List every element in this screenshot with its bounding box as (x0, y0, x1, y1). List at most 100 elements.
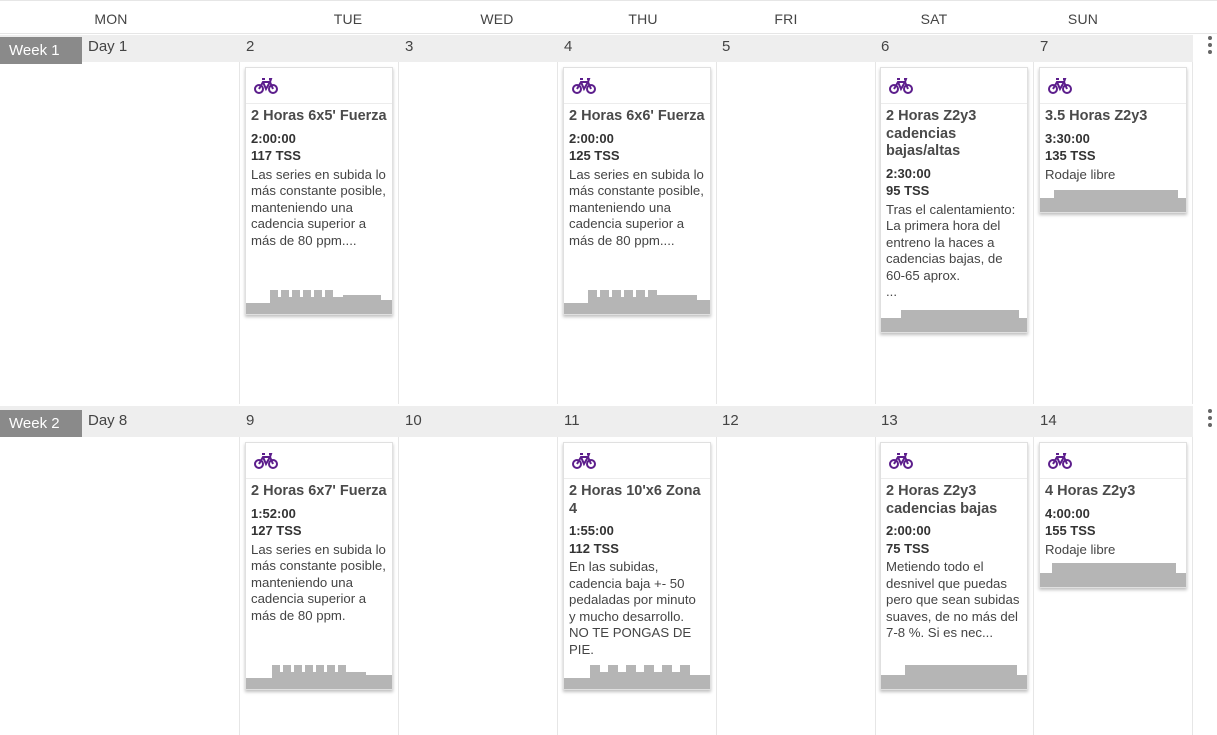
workout-card[interactable]: 2 Horas 10'x6 Zona 4 1:55:00 112 TSS En … (563, 442, 711, 690)
day-number: 10 (405, 412, 422, 429)
day-header-tue: TUE (333, 11, 363, 27)
workout-profile-chart (881, 306, 1027, 332)
workout-duration: 2:30:00 (886, 165, 931, 181)
workout-description: Rodaje libre (1045, 166, 1116, 182)
column-divider (398, 437, 399, 735)
card-header (246, 68, 392, 104)
day-header-sun: SUN (1067, 11, 1099, 27)
workout-tss: 127 TSS (251, 523, 302, 538)
column-divider (875, 62, 876, 404)
workout-duration: 1:55:00 (569, 523, 614, 538)
card-header (564, 68, 710, 104)
workout-card[interactable]: 2 Horas Z2y3 cadencias bajas/altas 2:30:… (880, 67, 1028, 333)
workout-title: 2 Horas Z2y3 cadencias bajas (886, 483, 998, 517)
workout-title: 2 Horas 6x5' Fuerza (251, 108, 387, 124)
workout-duration: 4:00:00 (1045, 505, 1090, 521)
day-number: 14 (1040, 412, 1057, 429)
bike-icon (254, 78, 278, 94)
bike-icon (889, 78, 913, 94)
workout-tss: 112 TSS (569, 540, 619, 556)
workout-title: 2 Horas 10'x6 Zona 4 (569, 483, 701, 517)
card-header (246, 443, 392, 479)
workout-description: Las series en subida lo más constante po… (569, 166, 704, 248)
workout-card[interactable]: 3.5 Horas Z2y3 3:30:00 135 TSS Rodaje li… (1039, 67, 1187, 213)
workout-tss: 125 TSS (569, 148, 620, 163)
workout-title: 2 Horas Z2y3 cadencias bajas/altas (886, 108, 977, 159)
day-header-sat: SAT (920, 11, 948, 27)
workout-profile-chart (1040, 186, 1186, 212)
week-options-icon[interactable] (1203, 35, 1217, 59)
workout-duration: 2:00:00 (251, 130, 296, 146)
week-options-icon[interactable] (1203, 408, 1217, 432)
workout-card[interactable]: 2 Horas 6x7' Fuerza 1:52:00 127 TSS Las … (245, 442, 393, 690)
column-divider (557, 437, 558, 735)
week-label: Week 2 (0, 410, 82, 437)
day-number: 3 (405, 38, 414, 55)
bike-icon (254, 453, 278, 469)
workout-tss: 135 TSS (1045, 148, 1096, 163)
column-divider (239, 437, 240, 735)
workout-duration: 3:30:00 (1045, 130, 1090, 146)
workout-profile-chart (246, 663, 392, 689)
day-header-fri: FRI (774, 11, 798, 27)
column-divider (1033, 62, 1034, 404)
day-number: 12 (722, 412, 739, 429)
day-number: 13 (881, 412, 898, 429)
workout-description: Tras el calentamiento: La primera hora d… (886, 201, 1016, 300)
day-number: 4 (564, 38, 573, 55)
workout-profile-chart (881, 663, 1027, 689)
day-number: 2 (246, 38, 255, 55)
workout-card[interactable]: 2 Horas 6x6' Fuerza 2:00:00 125 TSS Las … (563, 67, 711, 315)
workout-duration: 1:52:00 (251, 505, 296, 521)
workout-tss: 95 TSS (886, 183, 930, 198)
workout-description: Rodaje libre (1045, 541, 1116, 557)
workout-profile-chart (564, 288, 710, 314)
day-header-thu: THU (628, 11, 658, 27)
day-header-wed: WED (480, 11, 514, 27)
workout-profile-chart (564, 663, 710, 689)
workout-tss: 75 TSS (886, 540, 930, 556)
column-divider (875, 437, 876, 735)
day-number: 6 (881, 38, 890, 55)
bike-icon (1048, 78, 1072, 94)
bike-icon (889, 453, 913, 469)
column-divider (716, 62, 717, 404)
workout-title: 4 Horas Z2y3 (1045, 483, 1136, 499)
workout-duration: 2:00:00 (569, 130, 614, 146)
workout-card[interactable]: 2 Horas Z2y3 cadencias bajas 2:00:00 75 … (880, 442, 1028, 690)
week-row: Week 1 Day 1 2 3 4 5 6 7 2 Horas 6x5' Fu… (0, 35, 1217, 404)
workout-title: 3.5 Horas Z2y3 (1045, 108, 1148, 124)
bike-icon (572, 78, 596, 94)
workout-description: En las subidas, cadencia baja +- 50 peda… (569, 559, 696, 657)
day-number: 7 (1040, 38, 1049, 55)
workout-description: Metiendo todo el desnivel que puedas per… (886, 559, 1020, 640)
column-divider (716, 437, 717, 735)
day-number: Day 1 (88, 38, 128, 55)
card-header (564, 443, 710, 479)
workout-card[interactable]: 2 Horas 6x5' Fuerza 2:00:00 117 TSS Las … (245, 67, 393, 315)
week-label: Week 1 (0, 37, 82, 64)
workout-profile-chart (1040, 561, 1186, 587)
workout-duration: 2:00:00 (886, 523, 931, 538)
day-number: 9 (246, 412, 255, 429)
card-header (1040, 68, 1186, 104)
workout-title: 2 Horas 6x7' Fuerza (251, 483, 387, 499)
day-header-row: MON TUE WED THU FRI SAT SUN (0, 0, 1217, 34)
workout-card[interactable]: 4 Horas Z2y3 4:00:00 155 TSS Rodaje libr… (1039, 442, 1187, 588)
week-header-band (0, 35, 1193, 62)
day-header-mon: MON (94, 11, 128, 27)
column-divider (557, 62, 558, 404)
card-header (1040, 443, 1186, 479)
workout-description: Las series en subida lo más constante po… (251, 541, 386, 623)
workout-tss: 117 TSS (251, 148, 301, 163)
workout-tss: 155 TSS (1045, 523, 1096, 538)
week-row: Week 2 Day 8 9 10 11 12 13 14 2 Horas 6x… (0, 404, 1217, 735)
column-divider (1033, 437, 1034, 735)
workout-description: Las series en subida lo más constante po… (251, 166, 386, 248)
card-header (881, 68, 1027, 104)
day-number: 11 (564, 412, 580, 429)
column-divider (1192, 437, 1193, 735)
workout-title: 2 Horas 6x6' Fuerza (569, 108, 705, 124)
card-header (881, 443, 1027, 479)
column-divider (239, 62, 240, 404)
